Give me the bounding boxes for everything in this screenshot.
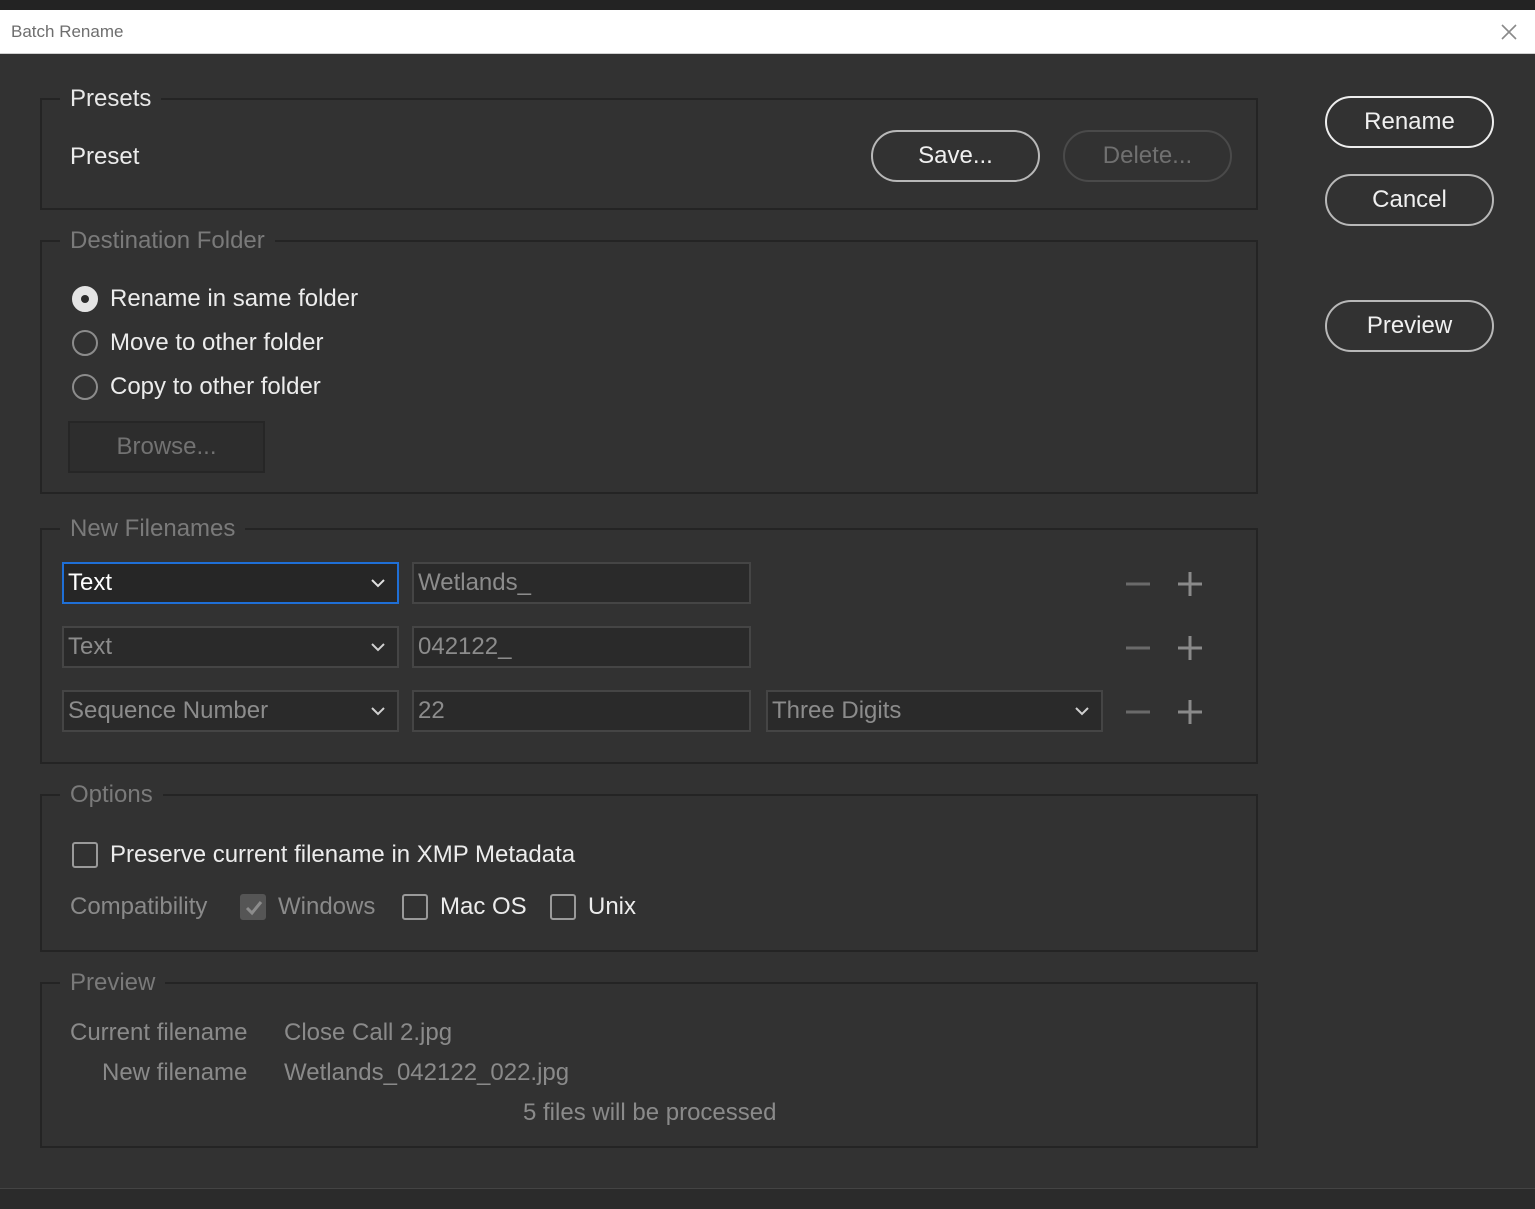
minus-icon[interactable] [1124,698,1152,726]
save-preset-button[interactable]: Save... [871,130,1040,182]
windows-checkbox[interactable] [240,894,266,920]
options-panel: Options [40,780,1258,952]
title-bar: Batch Rename [0,10,1535,54]
radio-rename-same-folder[interactable] [72,286,98,312]
radio-move-other-folder[interactable] [72,330,98,356]
window-title: Batch Rename [11,22,124,41]
checkmark-icon [245,901,263,916]
window-top-strip [0,0,1535,10]
preview-button[interactable]: Preview [1325,300,1494,352]
filename-text-field-1[interactable]: Wetlands_ [412,562,751,604]
delete-preset-button[interactable]: Delete... [1063,130,1232,182]
sequence-digits-select[interactable]: Three Digits [766,690,1103,732]
plus-icon[interactable] [1176,570,1204,598]
preserve-filename-checkbox[interactable] [72,842,98,868]
sequence-digits-value: Three Digits [772,697,902,724]
chevron-down-icon [371,643,385,652]
current-filename-value: Close Call 2.jpg [284,1019,453,1046]
preview-legend: Preview [60,968,166,998]
browse-button[interactable]: Browse... [68,421,265,473]
presets-legend: Presets [60,84,162,114]
close-icon[interactable] [1497,20,1521,44]
new-filenames-legend: New Filenames [60,514,246,544]
chevron-down-icon [1075,707,1089,716]
compatibility-label: Compatibility [70,893,208,920]
options-legend: Options [60,780,163,810]
new-filename-value: Wetlands_042122_022.jpg [284,1059,570,1086]
unix-label: Unix [588,893,637,920]
windows-label: Windows [278,893,376,920]
filename-element-type-1: Text [68,569,113,596]
new-filename-label: New filename [102,1059,248,1086]
cancel-button[interactable]: Cancel [1325,174,1494,226]
plus-icon[interactable] [1176,634,1204,662]
filename-text-field-2[interactable]: 042122_ [412,626,751,668]
copy-other-folder-label: Copy to other folder [110,373,321,400]
current-filename-label: Current filename [70,1019,248,1046]
rename-button[interactable]: Rename [1325,96,1494,148]
filename-element-type-3: Sequence Number [68,697,269,724]
minus-icon[interactable] [1124,634,1152,662]
sequence-start-field[interactable]: 22 [412,690,751,732]
unix-checkbox[interactable] [550,894,576,920]
rename-same-folder-label: Rename in same folder [110,285,359,312]
destination-legend: Destination Folder [60,226,275,256]
move-other-folder-label: Move to other folder [110,329,324,356]
mac-os-checkbox[interactable] [402,894,428,920]
preserve-filename-label: Preserve current filename in XMP Metadat… [110,841,576,868]
batch-rename-dialog: Rename Cancel Preview Presets Preset Sav… [0,54,1535,1188]
plus-icon[interactable] [1176,698,1204,726]
filename-element-select-2[interactable]: Text [62,626,399,668]
minus-icon[interactable] [1124,570,1152,598]
preset-label: Preset [70,143,140,170]
window-bottom-strip [0,1188,1535,1209]
filename-element-select-3[interactable]: Sequence Number [62,690,399,732]
radio-copy-other-folder[interactable] [72,374,98,400]
chevron-down-icon [371,707,385,716]
filename-element-type-2: Text [68,633,113,660]
mac-os-label: Mac OS [440,893,527,920]
filename-element-select-1[interactable]: Text [62,562,399,604]
files-processed-summary: 5 files will be processed [523,1099,777,1126]
chevron-down-icon [371,579,385,588]
